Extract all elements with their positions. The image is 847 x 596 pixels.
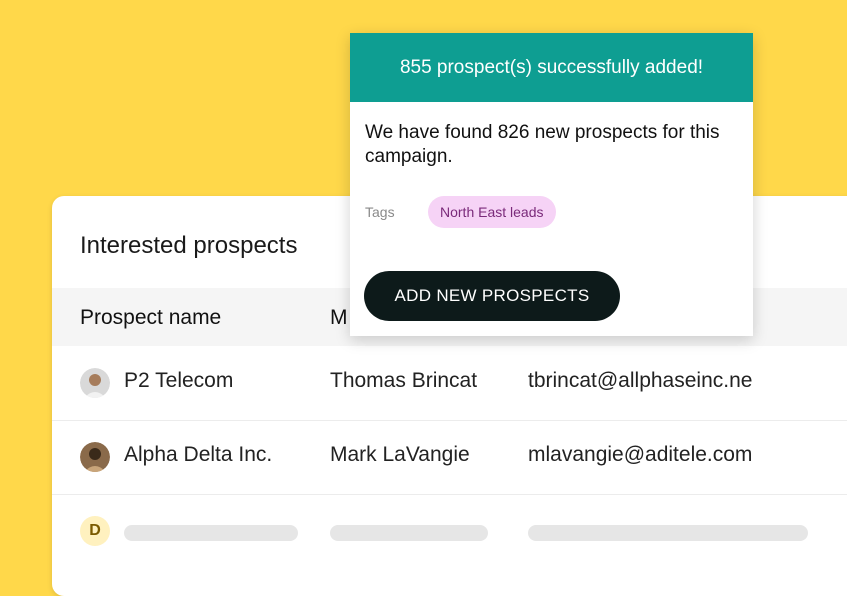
contact-name: Thomas Brincat [330,369,478,392]
avatar [80,442,110,472]
skeleton-contact [330,525,488,541]
placeholder-row: D [52,495,847,568]
table-row[interactable]: P2 Telecom Thomas Brincat tbrincat@allph… [52,347,847,421]
card-title: Interested prospects [80,232,298,259]
table-row[interactable]: Alpha Delta Inc. Mark LaVangie mlavangie… [52,421,847,495]
popup-message: We have found 826 new prospects for this… [365,122,720,167]
contact-email: tbrincat@allphaseinc.ne [528,369,753,392]
letter-avatar: D [80,516,110,546]
column-prospect-name[interactable]: Prospect name [80,306,221,330]
success-banner: 855 prospect(s) successfully added! [350,33,753,102]
skeleton-email [528,525,808,541]
company-name: Alpha Delta Inc. [124,443,273,466]
tags-label: Tags [365,204,395,220]
column-manager[interactable]: M [330,306,348,330]
tag-chip[interactable]: North East leads [428,196,556,228]
skeleton-company [124,525,298,541]
add-new-prospects-button[interactable]: ADD NEW PROSPECTS [364,271,620,321]
contact-email: mlavangie@aditele.com [528,443,753,466]
company-name: P2 Telecom [124,369,234,392]
success-popup: 855 prospect(s) successfully added! We h… [350,33,753,336]
contact-name: Mark LaVangie [330,443,470,466]
avatar [80,368,110,398]
